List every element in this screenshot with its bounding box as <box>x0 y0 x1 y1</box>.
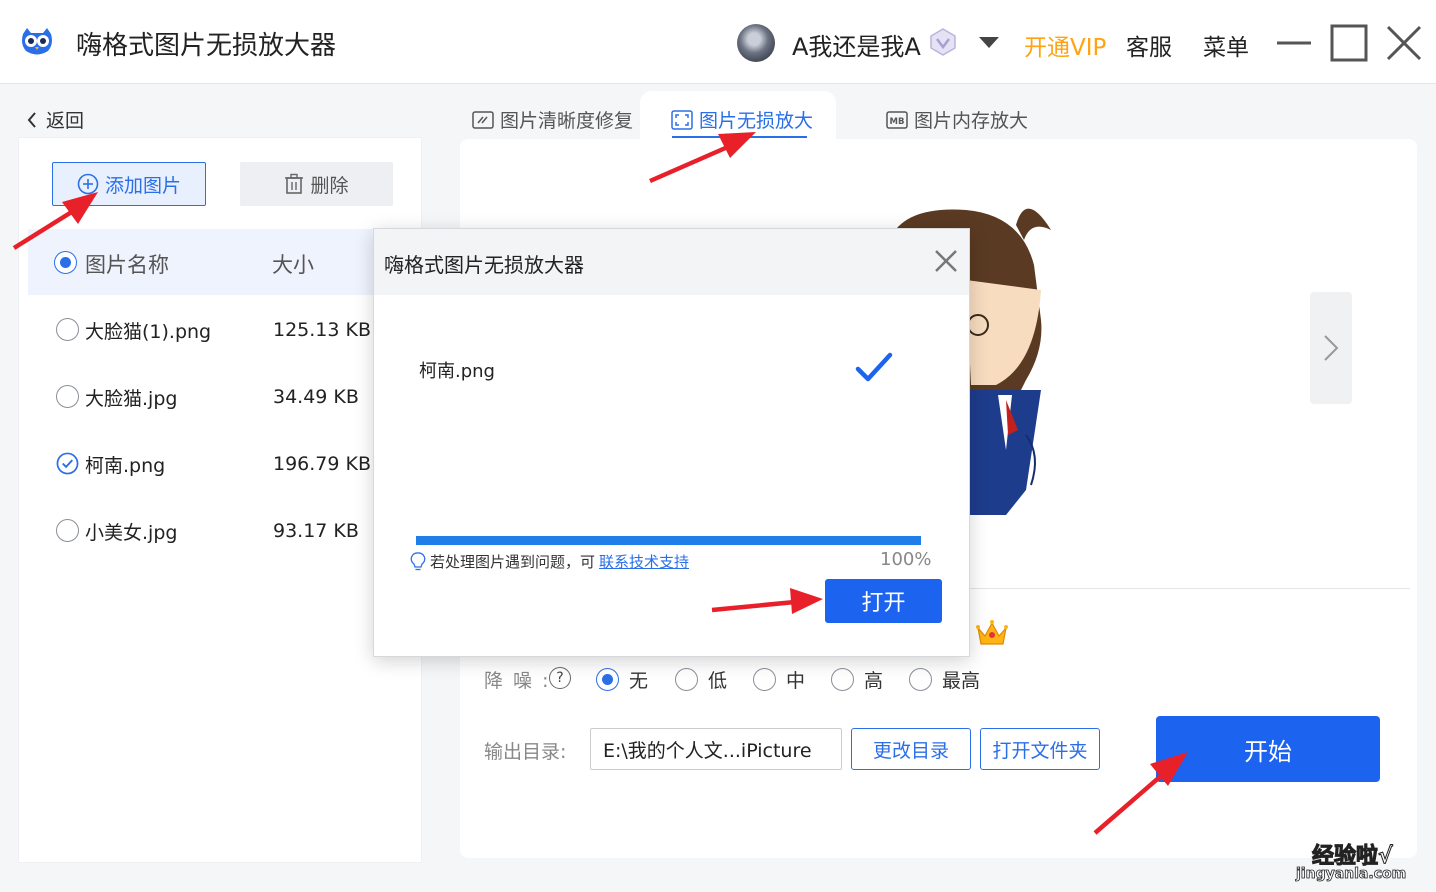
noise-option-medium[interactable]: 中 <box>753 666 805 693</box>
noise-reduction-label: 降 噪 : <box>484 670 551 692</box>
help-icon[interactable]: ? <box>549 667 571 689</box>
image-fix-icon <box>472 110 494 129</box>
file-size: 125.13 KB <box>273 319 372 341</box>
dialog-header: 嗨格式图片无损放大器 <box>374 229 969 295</box>
tab-lossless-enlarge[interactable]: 图片无损放大 <box>671 106 813 133</box>
owl-logo-icon <box>22 28 52 55</box>
chevron-right-icon <box>1324 335 1339 361</box>
support-link[interactable]: 联系技术支持 <box>599 551 689 572</box>
progress-percent: 100% <box>880 549 932 570</box>
tab-memory-enlarge[interactable]: MB 图片内存放大 <box>886 106 1028 133</box>
chevron-left-icon <box>27 111 36 128</box>
column-header-name: 图片名称 <box>85 253 169 277</box>
minimize-icon[interactable] <box>1275 24 1313 62</box>
noise-option-label: 无 <box>629 670 649 692</box>
noise-option-none[interactable]: 无 <box>596 666 648 693</box>
file-radio[interactable] <box>56 318 79 341</box>
noise-option-low[interactable]: 低 <box>675 666 727 693</box>
svg-text:MB: MB <box>890 117 905 127</box>
file-radio[interactable] <box>56 385 79 408</box>
tab-clarity-repair[interactable]: 图片清晰度修复 <box>472 106 633 133</box>
service-link[interactable]: 客服 <box>1126 28 1172 62</box>
noise-radio[interactable] <box>909 668 932 691</box>
plus-circle-icon <box>77 173 99 195</box>
noise-radio[interactable] <box>753 668 776 691</box>
checked-circle-icon[interactable] <box>56 452 79 475</box>
mb-icon: MB <box>886 110 908 129</box>
hint-text: 若处理图片遇到问题，可 <box>430 553 596 571</box>
lightbulb-icon <box>410 551 426 570</box>
start-button[interactable]: 开始 <box>1156 716 1380 782</box>
trash-icon <box>285 173 304 194</box>
vip-link[interactable]: 开通VIP <box>1024 28 1106 62</box>
dialog-file-name: 柯南.png <box>419 361 495 382</box>
progress-fill <box>416 536 921 545</box>
open-folder-button[interactable]: 打开文件夹 <box>980 728 1100 770</box>
watermark-url: jingyanla.com <box>1296 866 1407 883</box>
close-icon[interactable] <box>1385 24 1423 62</box>
add-image-label: 添加图片 <box>104 174 181 197</box>
open-button[interactable]: 打开 <box>825 579 942 623</box>
maximize-icon[interactable] <box>1330 24 1368 62</box>
back-link[interactable]: 返回 <box>26 106 84 133</box>
app-title: 嗨格式图片无损放大器 <box>76 31 337 61</box>
chevron-down-icon[interactable] <box>976 32 1002 52</box>
tab-label: 图片内存放大 <box>914 110 1029 132</box>
progress-bar <box>416 536 921 545</box>
add-image-button[interactable]: 添加图片 <box>52 162 206 206</box>
delete-label: 删除 <box>310 174 349 197</box>
checkmark-icon <box>855 352 893 382</box>
dialog-hint: 若处理图片遇到问题，可 联系技术支持 <box>410 551 689 572</box>
tab-label: 图片清晰度修复 <box>500 110 634 132</box>
noise-option-label: 最高 <box>942 670 981 692</box>
expand-icon <box>671 109 693 130</box>
noise-option-high[interactable]: 高 <box>831 666 883 693</box>
select-all-radio[interactable] <box>54 251 77 274</box>
vip-diamond-icon <box>930 28 956 56</box>
noise-radio[interactable] <box>596 668 619 691</box>
dialog-close-icon[interactable] <box>932 247 960 275</box>
file-name: 小美女.jpg <box>85 522 178 544</box>
file-size: 34.49 KB <box>273 386 359 408</box>
file-radio[interactable] <box>56 519 79 542</box>
next-image-button[interactable] <box>1310 292 1352 404</box>
output-dir-label: 输出目录: <box>484 741 567 763</box>
noise-option-label: 低 <box>708 670 728 692</box>
file-name: 柯南.png <box>85 455 166 477</box>
noise-option-label: 高 <box>864 670 884 692</box>
file-size: 196.79 KB <box>273 453 372 475</box>
menu-link[interactable]: 菜单 <box>1203 28 1249 62</box>
file-size: 93.17 KB <box>273 520 359 542</box>
noise-radio[interactable] <box>831 668 854 691</box>
title-bar: 嗨格式图片无损放大器 A我还是我A 开通VIP 客服 菜单 <box>0 0 1436 84</box>
noise-radio[interactable] <box>675 668 698 691</box>
crown-icon <box>976 620 1008 645</box>
divider <box>960 588 1410 589</box>
file-name: 大脸猫(1).png <box>85 321 212 343</box>
dialog-title: 嗨格式图片无损放大器 <box>384 253 584 277</box>
tab-label: 图片无损放大 <box>699 110 814 132</box>
noise-option-highest[interactable]: 最高 <box>909 666 980 693</box>
tab-underline <box>672 136 807 138</box>
progress-dialog: 嗨格式图片无损放大器 柯南.png 若处理图片遇到问题，可 联系技术支持 100… <box>373 228 970 657</box>
column-header-size: 大小 <box>272 253 314 277</box>
output-path-field[interactable]: E:\我的个人文...iPicture <box>590 728 842 770</box>
change-dir-button[interactable]: 更改目录 <box>851 728 971 770</box>
avatar[interactable] <box>737 24 775 62</box>
noise-option-label: 中 <box>786 670 806 692</box>
username[interactable]: A我还是我A <box>792 27 921 62</box>
back-label: 返回 <box>46 110 85 132</box>
file-name: 大脸猫.jpg <box>85 388 178 410</box>
delete-button[interactable]: 删除 <box>240 162 393 206</box>
